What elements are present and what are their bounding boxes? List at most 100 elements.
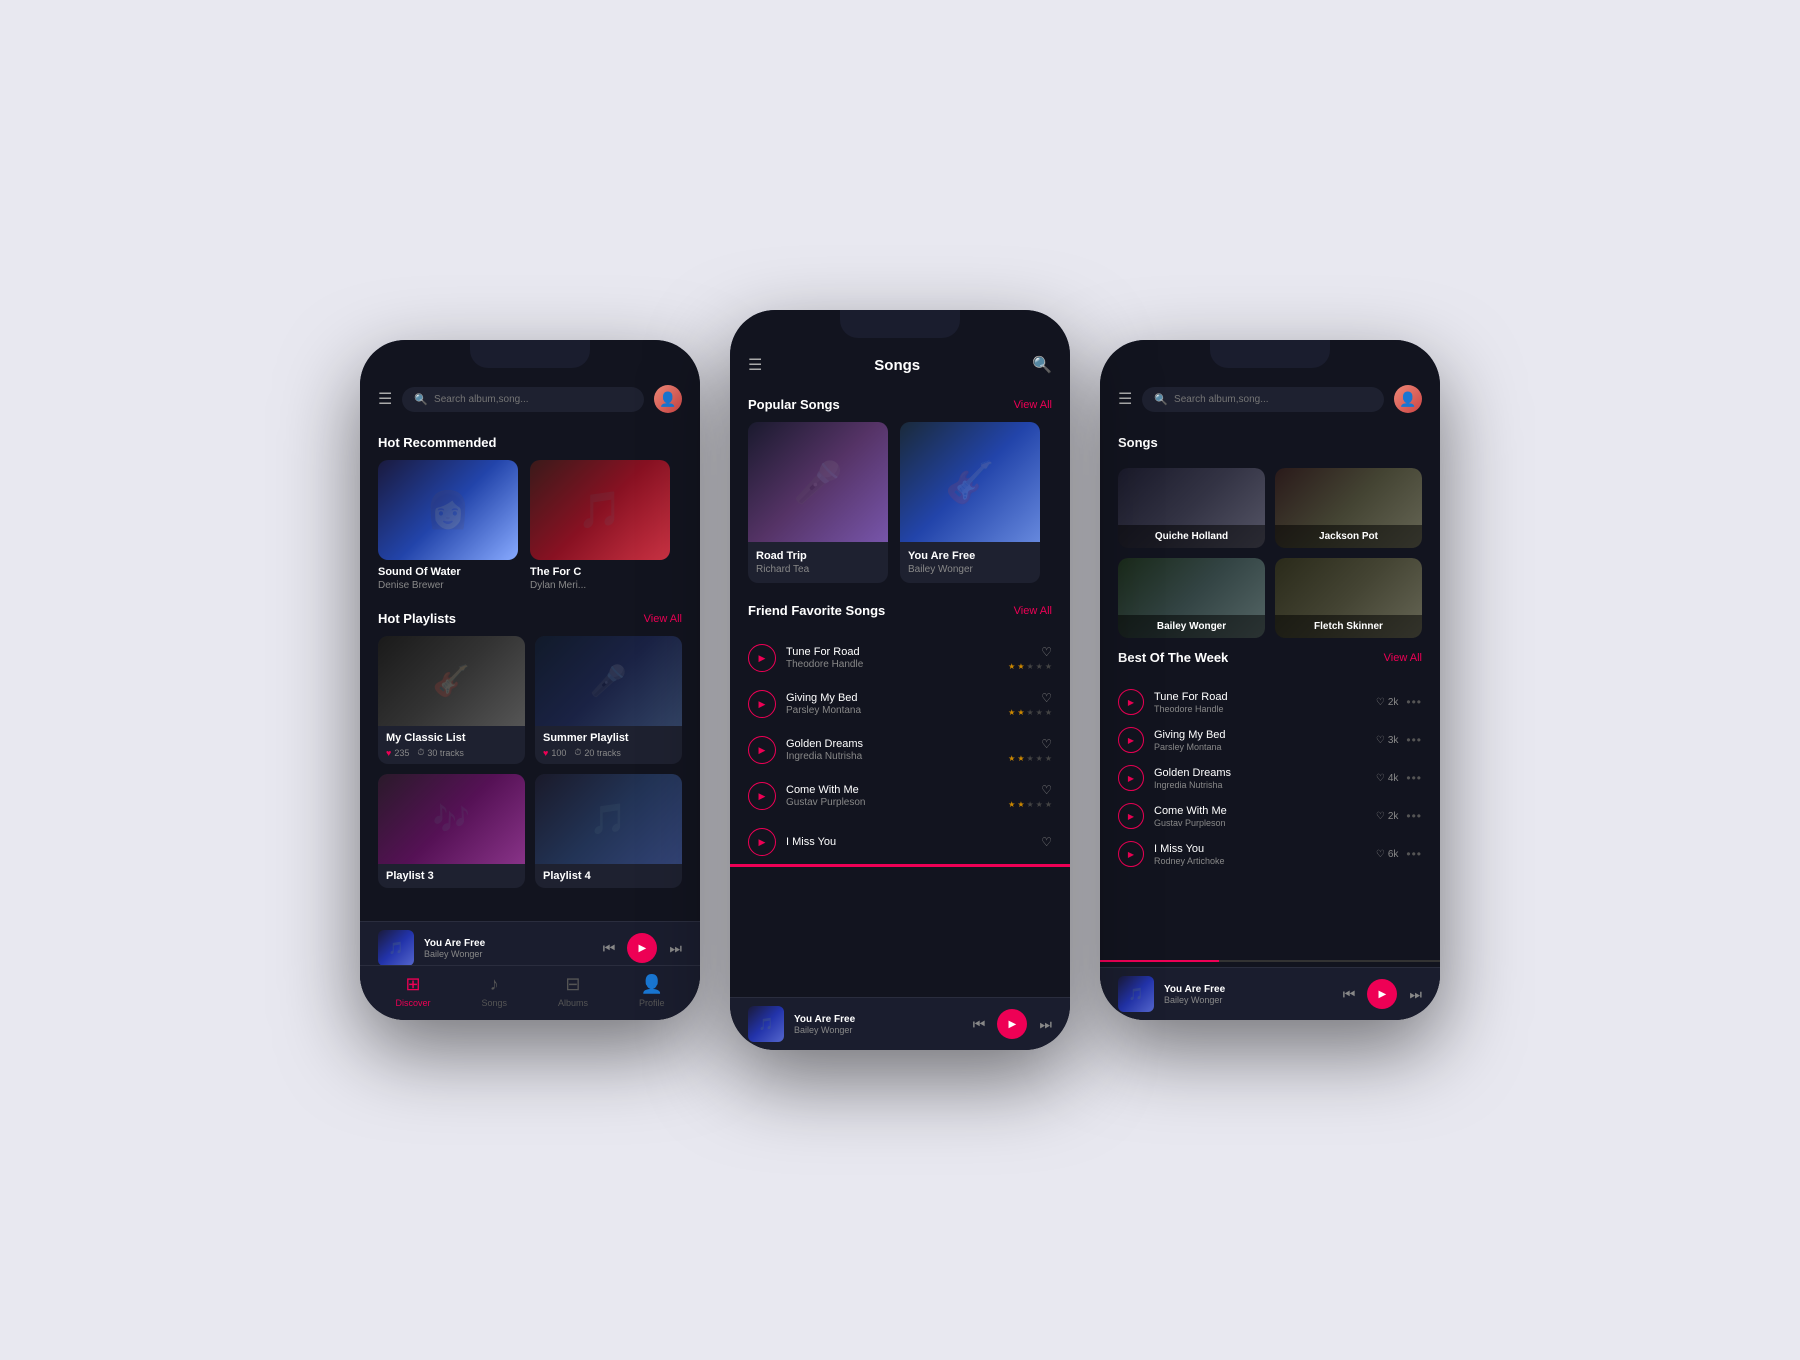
menu-icon[interactable]: ☰	[378, 389, 392, 409]
more-options-icon[interactable]: •••	[1406, 733, 1422, 747]
rec-card-1[interactable]: 👩 Sound Of Water Denise Brewer	[378, 460, 518, 591]
star-empty: ★	[1036, 754, 1043, 763]
middle-screen-content: Popular Songs View All 🎤	[730, 385, 1070, 997]
right-menu-icon[interactable]: ☰	[1118, 389, 1132, 409]
middle-search-icon[interactable]: 🔍	[1032, 355, 1052, 375]
playlist-card-3[interactable]: 🎶 Playlist 3	[378, 774, 525, 888]
song-1-play[interactable]: ▶	[748, 644, 776, 672]
nav-albums-label: Albums	[558, 998, 588, 1008]
prev-button[interactable]: ⏮	[603, 940, 616, 957]
phone-middle: ☰ Songs 🔍 Popular Songs View All	[730, 310, 1070, 1050]
song-1-heart[interactable]: ♡	[1041, 645, 1052, 659]
right-player-artist: Bailey Wonger	[1164, 995, 1333, 1005]
more-options-icon[interactable]: •••	[1406, 695, 1422, 709]
hot-playlists-title: Hot Playlists	[378, 611, 456, 626]
rec-card-2[interactable]: 🎵 The For C Dylan Meri...	[530, 460, 670, 591]
middle-menu-icon[interactable]: ☰	[748, 355, 762, 375]
songs-grid-card-4[interactable]: Fletch Skinner	[1275, 558, 1422, 638]
friend-song-4[interactable]: ▶ Come With Me Gustav Purpleson ♡ ★ ★	[730, 774, 1070, 818]
songs-grid-card-3[interactable]: Bailey Wonger	[1118, 558, 1265, 638]
nav-songs[interactable]: ♪ Songs	[481, 974, 507, 1008]
right-prev-button[interactable]: ⏮	[1343, 986, 1356, 1003]
playlist-card-4[interactable]: 🎵 Playlist 4	[535, 774, 682, 888]
friend-song-3[interactable]: ▶ Golden Dreams Ingredia Nutrisha ♡ ★ ★	[730, 728, 1070, 772]
best-song-4-info: Come With Me Gustav Purpleson	[1154, 805, 1366, 828]
song-2-play[interactable]: ▶	[748, 690, 776, 718]
right-search-bar[interactable]: 🔍	[1142, 387, 1384, 412]
right-player-info: You Are Free Bailey Wonger	[1164, 984, 1333, 1005]
playlist-1-clock-icon: ⏱	[417, 747, 424, 758]
play-button[interactable]: ▶	[627, 933, 657, 963]
songs-grid-label-2: Jackson Pot	[1275, 525, 1422, 548]
right-search-input[interactable]	[1174, 394, 1372, 405]
friend-song-1[interactable]: ▶ Tune For Road Theodore Handle ♡ ★ ★	[730, 636, 1070, 680]
popular-songs-view-all[interactable]: View All	[1014, 399, 1052, 411]
middle-next-button[interactable]: ⏭	[1039, 1016, 1052, 1033]
best-song-4-play[interactable]: ▶	[1118, 803, 1144, 829]
best-song-5-artist: Rodney Artichoke	[1154, 856, 1366, 866]
hot-playlists-view-all[interactable]: View All	[644, 613, 682, 625]
song-4-play[interactable]: ▶	[748, 782, 776, 810]
right-player-progress-fill	[1100, 960, 1219, 962]
middle-play-button[interactable]: ▶	[997, 1009, 1027, 1039]
more-options-icon[interactable]: •••	[1406, 847, 1422, 861]
popular-songs-row: 🎤 Road Trip Richard Tea	[748, 422, 1052, 583]
best-song-1[interactable]: ▶ Tune For Road Theodore Handle ♡ 2k	[1100, 683, 1440, 721]
star-empty: ★	[1045, 800, 1052, 809]
best-song-1-play[interactable]: ▶	[1118, 689, 1144, 715]
best-song-2-play[interactable]: ▶	[1118, 727, 1144, 753]
star-empty: ★	[1036, 662, 1043, 671]
friend-favorite-view-all[interactable]: View All	[1014, 605, 1052, 617]
best-song-2[interactable]: ▶ Giving My Bed Parsley Montana ♡ 3k	[1100, 721, 1440, 759]
best-song-5-play[interactable]: ▶	[1118, 841, 1144, 867]
next-button[interactable]: ⏭	[669, 940, 682, 957]
playlist-3-name: Playlist 3	[386, 870, 517, 882]
popular-card-2[interactable]: 🎸 You Are Free Bailey Wonger	[900, 422, 1040, 583]
right-avatar[interactable]: 👤	[1394, 385, 1422, 413]
more-options-icon[interactable]: •••	[1406, 771, 1422, 785]
more-options-icon[interactable]: •••	[1406, 809, 1422, 823]
best-song-4[interactable]: ▶ Come With Me Gustav Purpleson ♡ 2k	[1100, 797, 1440, 835]
avatar[interactable]: 👤	[654, 385, 682, 413]
best-song-2-right: ♡ 3k •••	[1376, 733, 1422, 747]
best-song-1-right: ♡ 2k •••	[1376, 695, 1422, 709]
friend-song-2[interactable]: ▶ Giving My Bed Parsley Montana ♡ ★ ★	[730, 682, 1070, 726]
search-input[interactable]	[434, 394, 632, 405]
song-3-play[interactable]: ▶	[748, 736, 776, 764]
friend-favorite-title: Friend Favorite Songs	[748, 603, 885, 618]
song-3-artist: Ingredia Nutrisha	[786, 751, 998, 762]
star-empty: ★	[1026, 800, 1033, 809]
middle-prev-button[interactable]: ⏮	[973, 1016, 986, 1033]
song-3-right: ♡ ★ ★ ★ ★ ★	[1008, 737, 1052, 763]
nav-albums[interactable]: ⊟ Albums	[558, 974, 588, 1008]
nav-discover-label: Discover	[395, 998, 430, 1008]
best-song-3[interactable]: ▶ Golden Dreams Ingredia Nutrisha ♡ 4k	[1100, 759, 1440, 797]
song-4-heart[interactable]: ♡	[1041, 783, 1052, 797]
best-of-week-view-all[interactable]: View All	[1384, 652, 1422, 664]
song-5-heart[interactable]: ♡	[1041, 835, 1052, 849]
search-bar[interactable]: 🔍	[402, 387, 644, 412]
song-5-right: ♡	[1041, 835, 1052, 849]
right-play-button[interactable]: ▶	[1367, 979, 1397, 1009]
songs-grid-card-2[interactable]: Jackson Pot	[1275, 468, 1422, 548]
song-2-right: ♡ ★ ★ ★ ★ ★	[1008, 691, 1052, 717]
song-2-heart[interactable]: ♡	[1041, 691, 1052, 705]
nav-profile[interactable]: 👤 Profile	[639, 974, 665, 1008]
best-song-3-play[interactable]: ▶	[1118, 765, 1144, 791]
friend-song-5[interactable]: ▶ I Miss You ♡	[730, 820, 1070, 864]
songs-grid-card-1[interactable]: Quiche Holland	[1118, 468, 1265, 548]
right-next-button[interactable]: ⏭	[1409, 986, 1422, 1003]
nav-discover[interactable]: ⊞ Discover	[395, 974, 430, 1008]
best-song-5[interactable]: ▶ I Miss You Rodney Artichoke ♡ 6k ••	[1100, 835, 1440, 873]
song-3-heart[interactable]: ♡	[1041, 737, 1052, 751]
left-header: ☰ 🔍 👤	[360, 375, 700, 423]
playlist-card-1[interactable]: 🎸 My Classic List ♥ 235	[378, 636, 525, 764]
right-screen-content: Songs Quiche Holland Jackson Pot	[1100, 423, 1440, 1020]
star-empty: ★	[1026, 708, 1033, 717]
hot-recommended-title: Hot Recommended	[378, 435, 496, 450]
player-artist-middle: Bailey Wonger	[794, 1025, 963, 1035]
popular-card-1[interactable]: 🎤 Road Trip Richard Tea	[748, 422, 888, 583]
star: ★	[1008, 662, 1015, 671]
playlist-card-2[interactable]: 🎤 Summer Playlist ♥ 100	[535, 636, 682, 764]
song-5-play[interactable]: ▶	[748, 828, 776, 856]
